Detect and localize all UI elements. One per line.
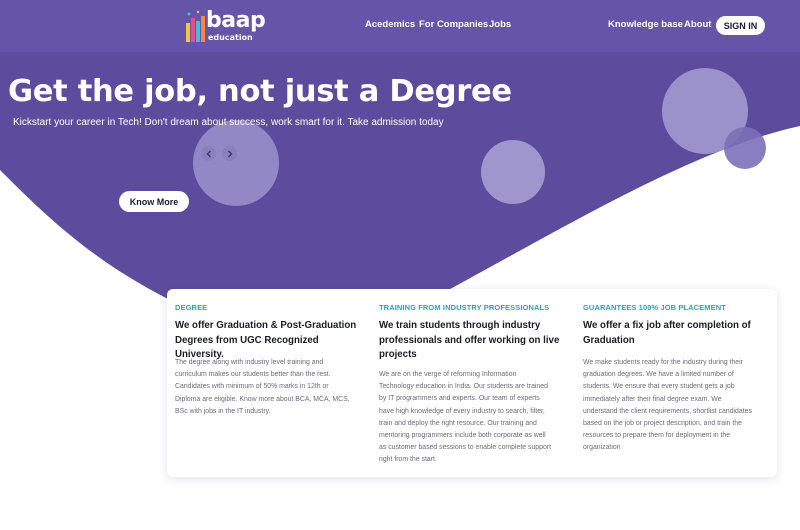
feature-body-line: Diploma are eligible. Know more about BC… <box>175 395 350 403</box>
feature-body-line: right from the start. <box>379 456 437 464</box>
feature-body: The degree along with industry level tra… <box>175 357 350 418</box>
feature-body-line: We are on the verge of reforming Informa… <box>379 371 517 378</box>
feature-heading-line: projects <box>379 349 417 360</box>
feature-heading-line: We train students through industry <box>379 320 541 331</box>
features-card: DEGREE We offer Graduation & Post-Gradua… <box>167 289 777 477</box>
nav-link-jobs[interactable]: Jobs <box>489 19 511 30</box>
feature-body-line: as customer based sessions to enable com… <box>379 444 551 452</box>
feature-body-line: train and deploy the right resource. Our… <box>379 419 537 427</box>
nav-link-knowledge-base[interactable]: Knowledge base <box>608 19 683 30</box>
feature-degree: DEGREE We offer Graduation & Post-Gradua… <box>175 289 365 477</box>
feature-body-line: understand the client requirements, shor… <box>583 407 752 415</box>
nav-link-academics[interactable]: Acedemics <box>365 19 415 30</box>
brand-tagline: education <box>208 33 253 42</box>
feature-placement: GUARANTEES 100% JOB PLACEMENT We offer a… <box>583 289 773 477</box>
feature-body-line: based on the job or project description,… <box>583 420 742 428</box>
feature-heading: We train students through industry profe… <box>379 319 559 363</box>
feature-body-line: organization <box>583 444 621 452</box>
feature-heading-line: We offer Graduation & Post-Graduation <box>175 320 357 331</box>
feature-body: We make students ready for the industry … <box>583 357 752 455</box>
feature-tag: DEGREE <box>175 303 208 312</box>
feature-heading-line: professionals and offer working on live <box>379 334 560 346</box>
feature-training: TRAINING FROM INDUSTRY PROFESSIONALS We … <box>379 289 569 477</box>
feature-body-line: resources to prepare them for deployment… <box>583 432 731 440</box>
feature-tag: TRAINING FROM INDUSTRY PROFESSIONALS <box>379 303 550 312</box>
feature-heading: We offer a fix job after completion of G… <box>583 319 751 348</box>
sign-in-button[interactable]: SIGN IN <box>716 16 765 35</box>
brand-name[interactable]: baap <box>206 8 266 33</box>
carousel-next-button[interactable] <box>222 146 237 161</box>
feature-body-line: graduation degrees. We have a limited nu… <box>583 371 734 379</box>
feature-heading-line: We offer a fix job after completion of <box>583 320 751 331</box>
feature-body-line: BSc with jobs in the IT industry. <box>175 407 271 415</box>
decor-circle-small-right <box>724 127 766 169</box>
feature-body-line: The degree along with industry level tra… <box>175 359 324 366</box>
feature-body-line: have high knowledge of every industry to… <box>379 407 545 415</box>
chevron-left-icon <box>206 150 211 157</box>
feature-body: We are on the verge of reforming Informa… <box>379 369 551 467</box>
carousel-prev-button[interactable] <box>201 146 216 161</box>
chevron-right-icon <box>227 150 232 157</box>
feature-tag: GUARANTEES 100% JOB PLACEMENT <box>583 303 726 312</box>
hero-subtitle: Kickstart your career in Tech! Don't dre… <box>13 117 444 128</box>
nav-link-for-companies[interactable]: For Companies <box>419 19 488 30</box>
feature-body-line: students. We ensure that every student g… <box>583 383 735 391</box>
know-more-button[interactable]: Know More <box>119 191 189 212</box>
feature-body-line: curriculum makes our students better tha… <box>175 371 331 379</box>
feature-body-line: We make students ready for the industry … <box>583 359 743 366</box>
feature-body-line: Technology education in India. Our stude… <box>379 383 548 391</box>
feature-body-line: mentoring programmers include both corpo… <box>379 432 546 440</box>
decor-circle-mid <box>481 140 545 204</box>
feature-body-line: Candidates with minimum of 50% marks in … <box>175 383 329 391</box>
top-navbar: baap education Acedemics For Companies J… <box>0 0 800 52</box>
hero-title: Get the job, not just a Degree <box>8 74 512 109</box>
feature-body-line: immediately after their final degree exa… <box>583 395 722 403</box>
decor-circle-left <box>193 120 279 206</box>
feature-heading-line: Graduation <box>583 334 635 346</box>
feature-heading: We offer Graduation & Post-Graduation De… <box>175 319 365 363</box>
feature-body-line: by IT programmers and experts. Our team … <box>379 395 540 403</box>
nav-link-about[interactable]: About <box>684 19 711 30</box>
